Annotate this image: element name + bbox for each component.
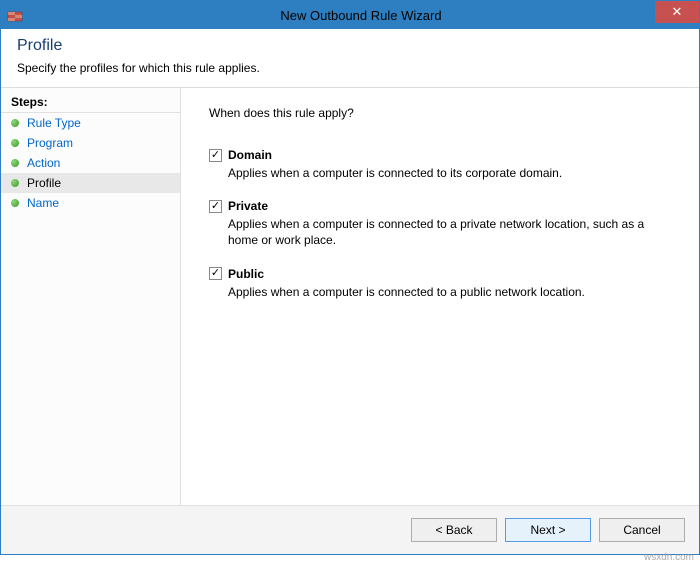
step-label: Name — [27, 196, 59, 210]
step-bullet-icon — [11, 139, 19, 147]
checkbox-private[interactable] — [209, 200, 222, 213]
watermark: wsxdn.com — [644, 552, 694, 563]
steps-header: Steps: — [1, 92, 180, 113]
option-private: Private Applies when a computer is conne… — [209, 199, 671, 248]
wizard-window: New Outbound Rule Wizard ✕ Profile Speci… — [0, 0, 700, 555]
step-bullet-icon — [11, 159, 19, 167]
option-public: Public Applies when a computer is connec… — [209, 267, 671, 300]
window-title: New Outbound Rule Wizard — [23, 8, 699, 23]
wizard-content: When does this rule apply? Domain Applie… — [181, 88, 699, 505]
button-bar: < Back Next > Cancel — [1, 505, 699, 554]
checkbox-public[interactable] — [209, 267, 222, 280]
option-label: Private — [228, 199, 268, 213]
firewall-icon — [7, 7, 23, 23]
page-title: Profile — [17, 37, 683, 55]
steps-sidebar: Steps: Rule Type Program Action Profile — [1, 88, 181, 505]
option-domain: Domain Applies when a computer is connec… — [209, 148, 671, 181]
step-label: Action — [27, 156, 60, 170]
close-icon: ✕ — [672, 4, 683, 20]
option-label: Domain — [228, 148, 272, 162]
step-bullet-icon — [11, 199, 19, 207]
option-desc: Applies when a computer is connected to … — [228, 216, 648, 248]
step-bullet-icon — [11, 179, 19, 187]
option-desc: Applies when a computer is connected to … — [228, 284, 648, 300]
sidebar-item-program[interactable]: Program — [1, 133, 180, 153]
back-button[interactable]: < Back — [411, 518, 497, 542]
option-label: Public — [228, 267, 264, 281]
checkbox-domain[interactable] — [209, 149, 222, 162]
next-button[interactable]: Next > — [505, 518, 591, 542]
sidebar-item-name[interactable]: Name — [1, 193, 180, 213]
title-bar: New Outbound Rule Wizard ✕ — [1, 1, 699, 29]
wizard-header: Profile Specify the profiles for which t… — [1, 29, 699, 87]
step-label: Rule Type — [27, 116, 81, 130]
close-button[interactable]: ✕ — [655, 1, 699, 23]
steps-list: Rule Type Program Action Profile Name — [1, 113, 180, 213]
option-desc: Applies when a computer is connected to … — [228, 165, 648, 181]
step-bullet-icon — [11, 119, 19, 127]
cancel-button[interactable]: Cancel — [599, 518, 685, 542]
step-label: Profile — [27, 176, 61, 190]
sidebar-item-action[interactable]: Action — [1, 153, 180, 173]
content-question: When does this rule apply? — [209, 106, 671, 120]
step-label: Program — [27, 136, 73, 150]
wizard-body: Steps: Rule Type Program Action Profile — [1, 87, 699, 505]
sidebar-item-profile[interactable]: Profile — [1, 173, 180, 193]
sidebar-item-rule-type[interactable]: Rule Type — [1, 113, 180, 133]
page-subtitle: Specify the profiles for which this rule… — [17, 61, 683, 75]
